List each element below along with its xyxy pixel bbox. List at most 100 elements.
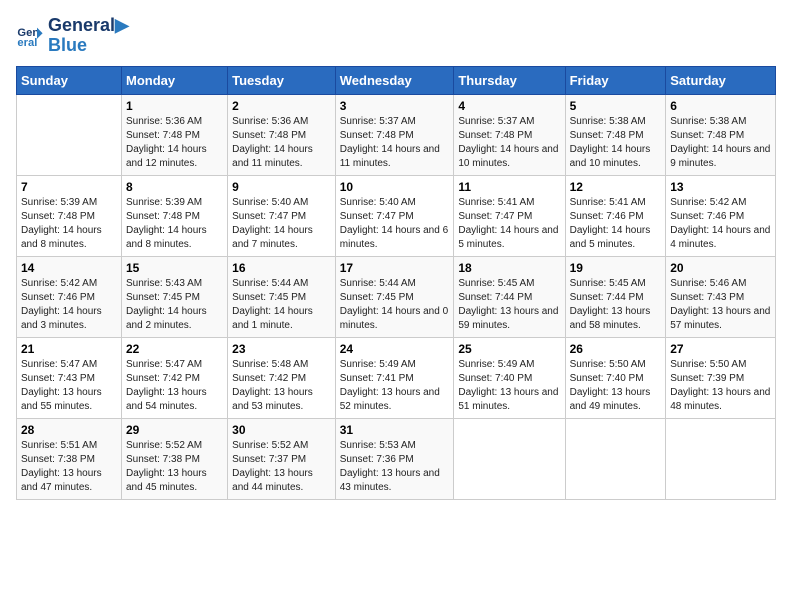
day-cell: 22 Sunrise: 5:47 AMSunset: 7:42 PMDayligh… xyxy=(121,337,227,418)
day-number: 8 xyxy=(126,180,223,194)
logo-text-general: General▶ xyxy=(48,16,129,36)
day-number: 2 xyxy=(232,99,331,113)
day-cell xyxy=(666,418,776,499)
day-cell: 21 Sunrise: 5:47 AMSunset: 7:43 PMDayligh… xyxy=(17,337,122,418)
day-info: Sunrise: 5:50 AMSunset: 7:40 PMDaylight:… xyxy=(570,358,662,414)
header-wednesday: Wednesday xyxy=(335,66,454,94)
day-info: Sunrise: 5:40 AMSunset: 7:47 PMDaylight:… xyxy=(232,196,331,252)
day-cell: 6Sunrise: 5:38 AMSunset: 7:48 PMDaylight… xyxy=(666,94,776,175)
day-info: Sunrise: 5:51 AMSunset: 7:38 PMDaylight:… xyxy=(21,439,117,495)
header-tuesday: Tuesday xyxy=(228,66,336,94)
header-saturday: Saturday xyxy=(666,66,776,94)
page-header: Gen eral General▶ Blue xyxy=(16,16,776,56)
svg-text:eral: eral xyxy=(17,37,37,49)
day-number: 7 xyxy=(21,180,117,194)
day-cell: 7 Sunrise: 5:39 AMSunset: 7:48 PMDaylight… xyxy=(17,175,122,256)
day-cell: 8 Sunrise: 5:39 AMSunset: 7:48 PMDaylight… xyxy=(121,175,227,256)
day-info: Sunrise: 5:52 AMSunset: 7:38 PMDaylight:… xyxy=(126,439,223,495)
day-cell: 1 Sunrise: 5:36 AMSunset: 7:48 PMDaylight… xyxy=(121,94,227,175)
day-cell: 23 Sunrise: 5:48 AMSunset: 7:42 PMDayligh… xyxy=(228,337,336,418)
week-row-4: 21 Sunrise: 5:47 AMSunset: 7:43 PMDayligh… xyxy=(17,337,776,418)
day-number: 23 xyxy=(232,342,331,356)
header-thursday: Thursday xyxy=(454,66,565,94)
week-row-2: 7 Sunrise: 5:39 AMSunset: 7:48 PMDaylight… xyxy=(17,175,776,256)
day-number: 17 xyxy=(340,261,450,275)
day-cell: 30Sunrise: 5:52 AMSunset: 7:37 PMDayligh… xyxy=(228,418,336,499)
day-cell: 17 Sunrise: 5:44 AMSunset: 7:45 PMDayligh… xyxy=(335,256,454,337)
logo: Gen eral General▶ Blue xyxy=(16,16,129,56)
day-number: 28 xyxy=(21,423,117,437)
day-number: 15 xyxy=(126,261,223,275)
day-cell: 12Sunrise: 5:41 AMSunset: 7:46 PMDayligh… xyxy=(565,175,666,256)
day-cell: 4Sunrise: 5:37 AMSunset: 7:48 PMDaylight… xyxy=(454,94,565,175)
day-info: Sunrise: 5:44 AMSunset: 7:45 PMDaylight:… xyxy=(232,277,331,333)
day-cell: 26 Sunrise: 5:50 AMSunset: 7:40 PMDayligh… xyxy=(565,337,666,418)
day-info: Sunrise: 5:43 AMSunset: 7:45 PMDaylight:… xyxy=(126,277,223,333)
day-cell: 19Sunrise: 5:45 AMSunset: 7:44 PMDayligh… xyxy=(565,256,666,337)
day-number: 9 xyxy=(232,180,331,194)
week-row-5: 28 Sunrise: 5:51 AMSunset: 7:38 PMDayligh… xyxy=(17,418,776,499)
logo-icon: Gen eral xyxy=(16,22,44,50)
day-info: Sunrise: 5:37 AMSunset: 7:48 PMDaylight:… xyxy=(340,115,450,171)
day-number: 1 xyxy=(126,99,223,113)
day-cell: 15 Sunrise: 5:43 AMSunset: 7:45 PMDayligh… xyxy=(121,256,227,337)
logo-text-blue: Blue xyxy=(48,36,129,56)
week-row-3: 14Sunrise: 5:42 AMSunset: 7:46 PMDayligh… xyxy=(17,256,776,337)
day-cell xyxy=(565,418,666,499)
day-number: 27 xyxy=(670,342,771,356)
day-cell xyxy=(17,94,122,175)
day-info: Sunrise: 5:49 AMSunset: 7:41 PMDaylight:… xyxy=(340,358,450,414)
day-info: Sunrise: 5:47 AMSunset: 7:43 PMDaylight:… xyxy=(21,358,117,414)
day-cell: 13 Sunrise: 5:42 AMSunset: 7:46 PMDayligh… xyxy=(666,175,776,256)
day-number: 22 xyxy=(126,342,223,356)
calendar-header-row: SundayMondayTuesdayWednesdayThursdayFrid… xyxy=(17,66,776,94)
day-info: Sunrise: 5:38 AMSunset: 7:48 PMDaylight:… xyxy=(670,115,771,171)
day-cell: 28 Sunrise: 5:51 AMSunset: 7:38 PMDayligh… xyxy=(17,418,122,499)
week-row-1: 1 Sunrise: 5:36 AMSunset: 7:48 PMDaylight… xyxy=(17,94,776,175)
day-info: Sunrise: 5:36 AMSunset: 7:48 PMDaylight:… xyxy=(232,115,331,171)
day-number: 13 xyxy=(670,180,771,194)
day-info: Sunrise: 5:44 AMSunset: 7:45 PMDaylight:… xyxy=(340,277,450,333)
day-cell: 10Sunrise: 5:40 AMSunset: 7:47 PMDayligh… xyxy=(335,175,454,256)
day-info: Sunrise: 5:47 AMSunset: 7:42 PMDaylight:… xyxy=(126,358,223,414)
day-cell: 9 Sunrise: 5:40 AMSunset: 7:47 PMDaylight… xyxy=(228,175,336,256)
day-info: Sunrise: 5:39 AMSunset: 7:48 PMDaylight:… xyxy=(21,196,117,252)
day-cell: 3Sunrise: 5:37 AMSunset: 7:48 PMDaylight… xyxy=(335,94,454,175)
day-number: 11 xyxy=(458,180,560,194)
day-cell: 31 Sunrise: 5:53 AMSunset: 7:36 PMDayligh… xyxy=(335,418,454,499)
day-cell: 16 Sunrise: 5:44 AMSunset: 7:45 PMDayligh… xyxy=(228,256,336,337)
day-info: Sunrise: 5:42 AMSunset: 7:46 PMDaylight:… xyxy=(670,196,771,252)
day-number: 18 xyxy=(458,261,560,275)
day-number: 14 xyxy=(21,261,117,275)
day-number: 26 xyxy=(570,342,662,356)
day-number: 29 xyxy=(126,423,223,437)
day-number: 12 xyxy=(570,180,662,194)
day-info: Sunrise: 5:37 AMSunset: 7:48 PMDaylight:… xyxy=(458,115,560,171)
day-number: 16 xyxy=(232,261,331,275)
day-cell: 2 Sunrise: 5:36 AMSunset: 7:48 PMDaylight… xyxy=(228,94,336,175)
day-number: 10 xyxy=(340,180,450,194)
day-number: 19 xyxy=(570,261,662,275)
day-cell: 14Sunrise: 5:42 AMSunset: 7:46 PMDayligh… xyxy=(17,256,122,337)
day-number: 25 xyxy=(458,342,560,356)
day-info: Sunrise: 5:36 AMSunset: 7:48 PMDaylight:… xyxy=(126,115,223,171)
day-cell: 27Sunrise: 5:50 AMSunset: 7:39 PMDayligh… xyxy=(666,337,776,418)
header-friday: Friday xyxy=(565,66,666,94)
day-cell: 29 Sunrise: 5:52 AMSunset: 7:38 PMDayligh… xyxy=(121,418,227,499)
day-cell: 24Sunrise: 5:49 AMSunset: 7:41 PMDayligh… xyxy=(335,337,454,418)
day-info: Sunrise: 5:53 AMSunset: 7:36 PMDaylight:… xyxy=(340,439,450,495)
day-info: Sunrise: 5:41 AMSunset: 7:47 PMDaylight:… xyxy=(458,196,560,252)
day-info: Sunrise: 5:39 AMSunset: 7:48 PMDaylight:… xyxy=(126,196,223,252)
day-info: Sunrise: 5:38 AMSunset: 7:48 PMDaylight:… xyxy=(570,115,662,171)
day-info: Sunrise: 5:48 AMSunset: 7:42 PMDaylight:… xyxy=(232,358,331,414)
day-info: Sunrise: 5:49 AMSunset: 7:40 PMDaylight:… xyxy=(458,358,560,414)
day-number: 21 xyxy=(21,342,117,356)
day-info: Sunrise: 5:45 AMSunset: 7:44 PMDaylight:… xyxy=(458,277,560,333)
day-cell: 18 Sunrise: 5:45 AMSunset: 7:44 PMDayligh… xyxy=(454,256,565,337)
day-number: 31 xyxy=(340,423,450,437)
calendar-table: SundayMondayTuesdayWednesdayThursdayFrid… xyxy=(16,66,776,500)
day-cell: 11 Sunrise: 5:41 AMSunset: 7:47 PMDayligh… xyxy=(454,175,565,256)
day-info: Sunrise: 5:46 AMSunset: 7:43 PMDaylight:… xyxy=(670,277,771,333)
day-number: 5 xyxy=(570,99,662,113)
day-number: 30 xyxy=(232,423,331,437)
